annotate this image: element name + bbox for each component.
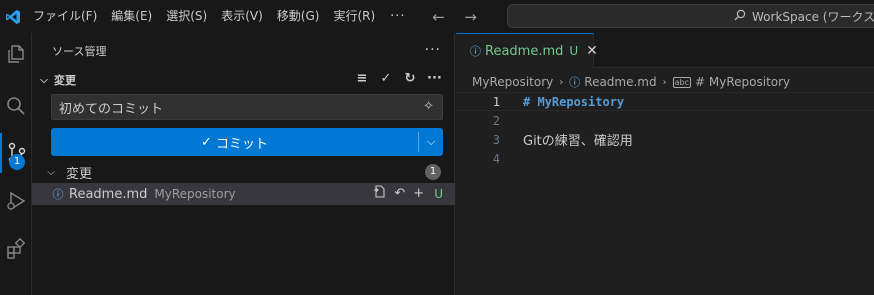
commit-check-icon[interactable]: ✓ [379, 71, 393, 86]
changed-file-row[interactable]: ⓘ Readme.md MyRepository ↶ + U [32, 183, 455, 205]
tab-label: Readme.md [485, 43, 564, 59]
breadcrumb-folder[interactable]: MyRepository [472, 75, 553, 89]
file-path: MyRepository [154, 187, 236, 201]
panel-title: ソース管理 [52, 44, 107, 58]
commit-message-text: 初めてのコミット [59, 101, 164, 117]
checkmark-icon: ✓ [201, 134, 212, 150]
close-icon[interactable]: ✕ [586, 43, 598, 59]
line-text: # MyRepository [523, 94, 625, 109]
panel-header: ソース管理 ··· [32, 33, 455, 68]
info-icon: ⓘ [470, 45, 481, 58]
symbol-string-icon: abc [672, 76, 692, 88]
activity-bar: 1 [0, 33, 32, 295]
tab-readme[interactable]: ⓘ Readme.md U ✕ [456, 33, 598, 68]
chevron-down-icon[interactable]: ⌵ [419, 135, 443, 149]
title-bar: ファイル(F) 編集(E) 選択(S) 表示(V) 移動(G) 実行(R) ··· ← →… [0, 0, 874, 33]
command-center-search[interactable]: WorkSpace (ワークスペース) [507, 4, 874, 28]
menu-item[interactable]: 選択(S) [159, 0, 214, 33]
editor-tabs: ⓘ Readme.md U ✕ [456, 33, 874, 68]
line-number: 2 [492, 113, 500, 128]
open-file-icon[interactable] [373, 185, 386, 202]
chevron-right-icon: › [559, 76, 564, 88]
breadcrumb: MyRepository › ⓘ Readme.md › abc # MyRep… [472, 71, 790, 93]
code-line[interactable]: 4 [456, 149, 874, 168]
view-as-list-icon[interactable]: ≡ [355, 71, 369, 86]
menu-item[interactable]: 実行(R) [326, 0, 382, 33]
refresh-icon[interactable]: ↻ [403, 71, 417, 86]
chevron-right-icon: › [662, 76, 667, 88]
changes-group-header[interactable]: ⌵ 変更 1 [32, 161, 455, 183]
chevron-down-icon[interactable]: ⌵ [44, 167, 58, 178]
go-forward-icon[interactable]: → [460, 6, 482, 28]
menu-item[interactable]: 編集(E) [104, 0, 159, 33]
commit-button[interactable]: ✓ コミット ⌵ [51, 128, 443, 156]
line-number: 1 [492, 94, 500, 109]
code-line[interactable]: 1 # MyRepository [456, 92, 874, 111]
source-control-badge: 1 [9, 154, 25, 170]
search-view-icon[interactable] [0, 86, 32, 126]
menu-more-button[interactable]: ··· [382, 9, 413, 24]
menu-item[interactable]: ファイル(F) [26, 0, 104, 33]
line-number: 3 [492, 132, 500, 147]
commit-message-input[interactable]: 初めてのコミット ✧ [51, 94, 443, 120]
breadcrumb-symbol[interactable]: # MyRepository [695, 75, 790, 89]
chevron-down-icon[interactable]: ⌵ [34, 75, 54, 86]
menu-bar: ファイル(F) 編集(E) 選択(S) 表示(V) 移動(G) 実行(R) [26, 0, 382, 33]
source-control-panel: ソース管理 ··· ⌵ 変更 ≡ ✓ ↻ ··· 初めてのコミット ✧ ✓ コミ… [32, 33, 455, 295]
search-icon [734, 9, 746, 24]
code-line[interactable]: 3 Gitの練習、確認用 [456, 130, 874, 150]
breadcrumb-file[interactable]: Readme.md [584, 75, 656, 89]
menu-item[interactable]: 表示(V) [214, 0, 270, 33]
untracked-status-badge: U [434, 186, 443, 201]
stage-changes-icon[interactable]: + [413, 186, 424, 201]
vscode-logo-icon [2, 6, 24, 28]
go-back-icon[interactable]: ← [428, 6, 450, 28]
commit-button-label: コミット [215, 136, 268, 152]
run-debug-icon[interactable] [0, 181, 32, 221]
file-name: Readme.md [69, 186, 148, 202]
sparkle-icon[interactable]: ✧ [423, 99, 434, 114]
info-icon: ⓘ [52, 188, 64, 201]
menu-item[interactable]: 移動(G) [270, 0, 327, 33]
changes-count-badge: 1 [425, 164, 441, 180]
tab-status: U [569, 44, 579, 58]
editor-area: ⓘ Readme.md U ✕ MyRepository › ⓘ Readme.… [456, 33, 874, 295]
explorer-icon[interactable] [0, 34, 32, 74]
code-editor[interactable]: 1 # MyRepository 2 3 Gitの練習、確認用 4 [456, 92, 874, 168]
extensions-icon[interactable] [0, 229, 32, 269]
discard-changes-icon[interactable]: ↶ [394, 186, 405, 201]
command-center-text: WorkSpace (ワークスペース) [752, 9, 874, 24]
repository-section-header[interactable]: ⌵ 変更 ≡ ✓ ↻ ··· [32, 69, 455, 91]
code-line[interactable]: 2 [456, 111, 874, 130]
line-number: 4 [492, 151, 500, 166]
line-text: Gitの練習、確認用 [523, 134, 633, 149]
more-actions-icon[interactable]: ··· [427, 71, 442, 86]
info-icon: ⓘ [569, 76, 581, 89]
panel-more-actions-icon[interactable]: ··· [425, 42, 441, 58]
changes-label: 変更 [66, 166, 93, 182]
section-title: 変更 [54, 74, 76, 87]
